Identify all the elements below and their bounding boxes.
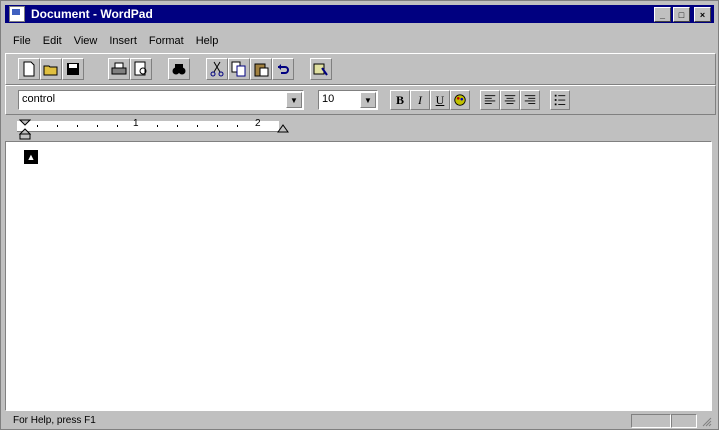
ruler-number-1: 1	[133, 118, 139, 129]
paste-button[interactable]	[250, 58, 272, 80]
cut-button[interactable]	[206, 58, 228, 80]
font-name-value: control	[22, 93, 56, 105]
undo-icon	[278, 64, 289, 74]
menu-help[interactable]: Help	[190, 33, 225, 49]
left-indent-marker-icon[interactable]	[19, 119, 31, 141]
menu-file[interactable]: File	[5, 33, 37, 49]
menu-insert[interactable]: Insert	[103, 33, 143, 49]
print-icon	[111, 62, 127, 75]
maximize-button[interactable]: □	[673, 7, 690, 22]
save-disk-icon	[67, 63, 79, 75]
text-cursor-icon: ▲	[24, 150, 38, 164]
insert-datetime-button[interactable]	[310, 58, 332, 80]
menu-view[interactable]: View	[68, 33, 104, 49]
font-dropdown-arrow-icon[interactable]: ▼	[286, 92, 302, 108]
find-button[interactable]	[168, 58, 190, 80]
new-document-icon	[23, 61, 35, 77]
bold-button[interactable]: B	[390, 90, 410, 110]
menu-edit[interactable]: Edit	[37, 33, 68, 49]
status-text: For Help, press F1	[13, 415, 96, 426]
print-preview-button[interactable]	[130, 58, 152, 80]
ruler[interactable]: 1 2	[17, 118, 279, 132]
italic-button[interactable]: I	[410, 90, 430, 110]
document-area[interactable]: ▲	[5, 141, 712, 411]
align-right-button[interactable]	[520, 90, 540, 110]
minimize-button[interactable]: _	[654, 7, 671, 22]
font-name-combo[interactable]: control ▼	[18, 90, 304, 110]
open-folder-icon	[43, 65, 58, 76]
ruler-number-2: 2	[255, 118, 261, 129]
bullets-button[interactable]	[550, 90, 570, 110]
title-bar[interactable]: Document - WordPad _ □ ×	[5, 5, 714, 23]
standard-toolbar	[5, 53, 716, 85]
format-bar: control ▼ 10 ▼ B I U	[5, 85, 716, 115]
font-size-value: 10	[322, 93, 335, 105]
resize-grip-icon[interactable]	[700, 415, 712, 427]
size-dropdown-arrow-icon[interactable]: ▼	[360, 92, 376, 108]
status-pane-num	[671, 414, 697, 428]
menu-format[interactable]: Format	[143, 33, 190, 49]
align-left-icon	[484, 95, 496, 104]
print-preview-icon	[134, 61, 147, 76]
open-button[interactable]	[40, 58, 62, 80]
right-indent-marker-icon[interactable]	[277, 123, 289, 133]
wordpad-window: Document - WordPad _ □ × File Edit View …	[0, 0, 719, 430]
underline-button[interactable]: U	[430, 90, 450, 110]
new-button[interactable]	[18, 58, 40, 80]
align-center-icon	[504, 95, 516, 104]
align-right-icon	[524, 95, 536, 104]
save-button[interactable]	[62, 58, 84, 80]
color-button[interactable]	[450, 90, 470, 110]
undo-button[interactable]	[272, 58, 294, 80]
wordpad-app-icon[interactable]	[9, 6, 25, 22]
copy-icon	[231, 61, 246, 77]
status-bar: For Help, press F1	[5, 413, 714, 429]
menu-bar: File Edit View Insert Format Help	[5, 33, 224, 49]
paste-icon	[254, 63, 269, 77]
ruler-bar: 1 2	[5, 115, 714, 141]
close-button[interactable]: ×	[694, 7, 711, 22]
find-binoculars-icon	[172, 64, 186, 75]
copy-button[interactable]	[228, 58, 250, 80]
insert-datetime-icon	[313, 63, 328, 76]
cut-scissors-icon	[210, 61, 224, 77]
window-title: Document - WordPad	[31, 7, 153, 21]
align-center-button[interactable]	[500, 90, 520, 110]
font-size-combo[interactable]: 10 ▼	[318, 90, 378, 110]
bullets-icon	[554, 94, 566, 106]
status-pane-caps	[631, 414, 671, 428]
color-palette-icon	[454, 94, 466, 106]
align-left-button[interactable]	[480, 90, 500, 110]
print-button[interactable]	[108, 58, 130, 80]
